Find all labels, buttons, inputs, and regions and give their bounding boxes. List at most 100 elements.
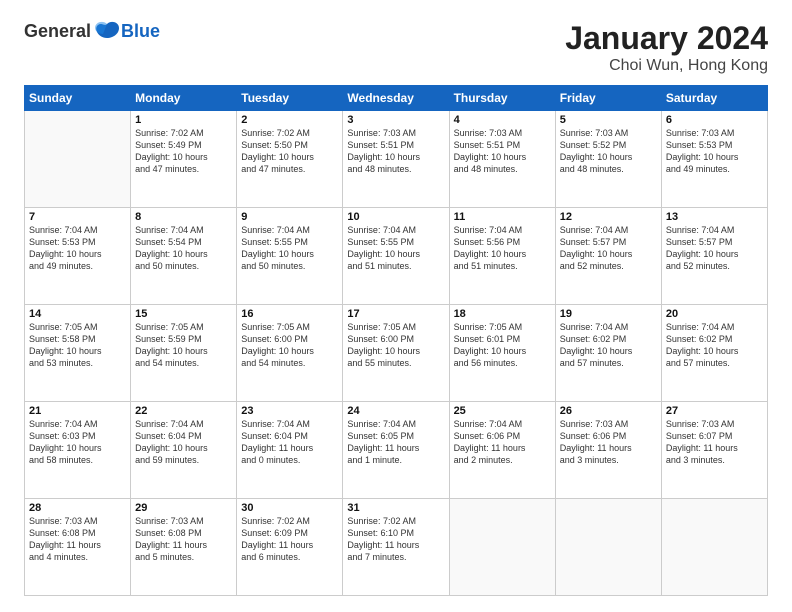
day-number: 16: [241, 308, 338, 320]
day-number: 28: [29, 502, 126, 514]
calendar-week-row: 7Sunrise: 7:04 AM Sunset: 5:53 PM Daylig…: [25, 208, 768, 305]
day-number: 20: [666, 308, 763, 320]
table-row: [555, 499, 661, 596]
col-saturday: Saturday: [661, 86, 767, 111]
day-number: 3: [347, 114, 444, 126]
day-number: 27: [666, 405, 763, 417]
table-row: 13Sunrise: 7:04 AM Sunset: 5:57 PM Dayli…: [661, 208, 767, 305]
table-row: 30Sunrise: 7:02 AM Sunset: 6:09 PM Dayli…: [237, 499, 343, 596]
col-sunday: Sunday: [25, 86, 131, 111]
table-row: 24Sunrise: 7:04 AM Sunset: 6:05 PM Dayli…: [343, 402, 449, 499]
day-info: Sunrise: 7:03 AM Sunset: 6:08 PM Dayligh…: [135, 515, 232, 564]
table-row: 11Sunrise: 7:04 AM Sunset: 5:56 PM Dayli…: [449, 208, 555, 305]
day-number: 18: [454, 308, 551, 320]
day-info: Sunrise: 7:05 AM Sunset: 5:58 PM Dayligh…: [29, 321, 126, 370]
day-info: Sunrise: 7:05 AM Sunset: 5:59 PM Dayligh…: [135, 321, 232, 370]
col-wednesday: Wednesday: [343, 86, 449, 111]
table-row: 27Sunrise: 7:03 AM Sunset: 6:07 PM Dayli…: [661, 402, 767, 499]
day-info: Sunrise: 7:04 AM Sunset: 6:02 PM Dayligh…: [560, 321, 657, 370]
day-number: 5: [560, 114, 657, 126]
table-row: 16Sunrise: 7:05 AM Sunset: 6:00 PM Dayli…: [237, 305, 343, 402]
table-row: 25Sunrise: 7:04 AM Sunset: 6:06 PM Dayli…: [449, 402, 555, 499]
title-block: January 2024 Choi Wun, Hong Kong: [565, 20, 768, 75]
day-number: 2: [241, 114, 338, 126]
day-info: Sunrise: 7:03 AM Sunset: 6:08 PM Dayligh…: [29, 515, 126, 564]
day-info: Sunrise: 7:03 AM Sunset: 5:53 PM Dayligh…: [666, 127, 763, 176]
table-row: 31Sunrise: 7:02 AM Sunset: 6:10 PM Dayli…: [343, 499, 449, 596]
day-number: 19: [560, 308, 657, 320]
day-number: 4: [454, 114, 551, 126]
page: General Blue January 2024 Choi Wun, Hong…: [0, 0, 792, 612]
logo: General Blue: [24, 20, 160, 42]
day-info: Sunrise: 7:05 AM Sunset: 6:00 PM Dayligh…: [241, 321, 338, 370]
day-info: Sunrise: 7:04 AM Sunset: 5:56 PM Dayligh…: [454, 224, 551, 273]
table-row: 2Sunrise: 7:02 AM Sunset: 5:50 PM Daylig…: [237, 111, 343, 208]
day-info: Sunrise: 7:05 AM Sunset: 6:01 PM Dayligh…: [454, 321, 551, 370]
col-thursday: Thursday: [449, 86, 555, 111]
table-row: 20Sunrise: 7:04 AM Sunset: 6:02 PM Dayli…: [661, 305, 767, 402]
day-number: 9: [241, 211, 338, 223]
day-number: 29: [135, 502, 232, 514]
logo-bird-icon: [93, 20, 121, 42]
table-row: 8Sunrise: 7:04 AM Sunset: 5:54 PM Daylig…: [131, 208, 237, 305]
day-info: Sunrise: 7:04 AM Sunset: 6:03 PM Dayligh…: [29, 418, 126, 467]
table-row: 3Sunrise: 7:03 AM Sunset: 5:51 PM Daylig…: [343, 111, 449, 208]
day-info: Sunrise: 7:03 AM Sunset: 6:07 PM Dayligh…: [666, 418, 763, 467]
day-number: 14: [29, 308, 126, 320]
calendar-week-row: 14Sunrise: 7:05 AM Sunset: 5:58 PM Dayli…: [25, 305, 768, 402]
day-number: 12: [560, 211, 657, 223]
day-info: Sunrise: 7:02 AM Sunset: 5:50 PM Dayligh…: [241, 127, 338, 176]
day-number: 17: [347, 308, 444, 320]
table-row: [25, 111, 131, 208]
day-info: Sunrise: 7:03 AM Sunset: 5:51 PM Dayligh…: [347, 127, 444, 176]
day-info: Sunrise: 7:02 AM Sunset: 5:49 PM Dayligh…: [135, 127, 232, 176]
table-row: [449, 499, 555, 596]
day-info: Sunrise: 7:03 AM Sunset: 5:52 PM Dayligh…: [560, 127, 657, 176]
table-row: 22Sunrise: 7:04 AM Sunset: 6:04 PM Dayli…: [131, 402, 237, 499]
day-number: 26: [560, 405, 657, 417]
day-info: Sunrise: 7:04 AM Sunset: 6:02 PM Dayligh…: [666, 321, 763, 370]
table-row: 7Sunrise: 7:04 AM Sunset: 5:53 PM Daylig…: [25, 208, 131, 305]
day-info: Sunrise: 7:04 AM Sunset: 5:57 PM Dayligh…: [666, 224, 763, 273]
day-info: Sunrise: 7:02 AM Sunset: 6:10 PM Dayligh…: [347, 515, 444, 564]
day-number: 8: [135, 211, 232, 223]
day-info: Sunrise: 7:04 AM Sunset: 5:54 PM Dayligh…: [135, 224, 232, 273]
table-row: 15Sunrise: 7:05 AM Sunset: 5:59 PM Dayli…: [131, 305, 237, 402]
calendar-subtitle: Choi Wun, Hong Kong: [565, 57, 768, 75]
table-row: 5Sunrise: 7:03 AM Sunset: 5:52 PM Daylig…: [555, 111, 661, 208]
table-row: 4Sunrise: 7:03 AM Sunset: 5:51 PM Daylig…: [449, 111, 555, 208]
day-info: Sunrise: 7:04 AM Sunset: 6:06 PM Dayligh…: [454, 418, 551, 467]
day-info: Sunrise: 7:05 AM Sunset: 6:00 PM Dayligh…: [347, 321, 444, 370]
calendar-title: January 2024: [565, 20, 768, 57]
table-row: 19Sunrise: 7:04 AM Sunset: 6:02 PM Dayli…: [555, 305, 661, 402]
table-row: 17Sunrise: 7:05 AM Sunset: 6:00 PM Dayli…: [343, 305, 449, 402]
table-row: 14Sunrise: 7:05 AM Sunset: 5:58 PM Dayli…: [25, 305, 131, 402]
day-number: 31: [347, 502, 444, 514]
col-tuesday: Tuesday: [237, 86, 343, 111]
col-monday: Monday: [131, 86, 237, 111]
table-row: 6Sunrise: 7:03 AM Sunset: 5:53 PM Daylig…: [661, 111, 767, 208]
day-number: 23: [241, 405, 338, 417]
logo-general: General: [24, 21, 91, 42]
day-number: 25: [454, 405, 551, 417]
table-row: [661, 499, 767, 596]
day-info: Sunrise: 7:04 AM Sunset: 5:55 PM Dayligh…: [241, 224, 338, 273]
table-row: 10Sunrise: 7:04 AM Sunset: 5:55 PM Dayli…: [343, 208, 449, 305]
table-row: 28Sunrise: 7:03 AM Sunset: 6:08 PM Dayli…: [25, 499, 131, 596]
day-info: Sunrise: 7:04 AM Sunset: 6:04 PM Dayligh…: [135, 418, 232, 467]
table-row: 21Sunrise: 7:04 AM Sunset: 6:03 PM Dayli…: [25, 402, 131, 499]
day-number: 22: [135, 405, 232, 417]
calendar-header-row: Sunday Monday Tuesday Wednesday Thursday…: [25, 86, 768, 111]
day-number: 11: [454, 211, 551, 223]
table-row: 23Sunrise: 7:04 AM Sunset: 6:04 PM Dayli…: [237, 402, 343, 499]
table-row: 9Sunrise: 7:04 AM Sunset: 5:55 PM Daylig…: [237, 208, 343, 305]
calendar-table: Sunday Monday Tuesday Wednesday Thursday…: [24, 85, 768, 596]
table-row: 18Sunrise: 7:05 AM Sunset: 6:01 PM Dayli…: [449, 305, 555, 402]
table-row: 26Sunrise: 7:03 AM Sunset: 6:06 PM Dayli…: [555, 402, 661, 499]
day-info: Sunrise: 7:02 AM Sunset: 6:09 PM Dayligh…: [241, 515, 338, 564]
table-row: 29Sunrise: 7:03 AM Sunset: 6:08 PM Dayli…: [131, 499, 237, 596]
day-info: Sunrise: 7:04 AM Sunset: 5:57 PM Dayligh…: [560, 224, 657, 273]
table-row: 12Sunrise: 7:04 AM Sunset: 5:57 PM Dayli…: [555, 208, 661, 305]
day-number: 15: [135, 308, 232, 320]
day-number: 13: [666, 211, 763, 223]
